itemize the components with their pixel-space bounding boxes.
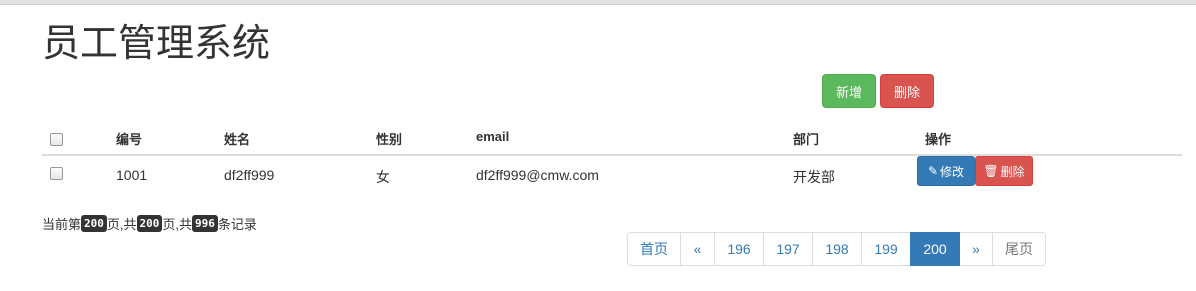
delete-button[interactable]: 删除	[880, 74, 934, 108]
total-pages-badge: 200	[136, 215, 163, 232]
header-name: 姓名	[224, 132, 251, 147]
cell-dept: 开发部	[793, 169, 835, 185]
pencil-icon: ✎	[927, 164, 939, 178]
select-all-checkbox[interactable]	[50, 133, 63, 146]
row-checkbox[interactable]	[50, 167, 63, 180]
cell-id: 1001	[116, 167, 148, 183]
cell-name: df2ff999	[224, 167, 275, 183]
row-edit-button[interactable]: ✎ 修改	[917, 156, 975, 186]
page-link-199[interactable]: 199	[861, 232, 911, 266]
header-id: 编号	[116, 132, 143, 147]
cell-email: df2ff999@cmw.com	[476, 167, 599, 183]
page-info-suffix: 条记录	[217, 217, 257, 232]
header-gender: 性别	[376, 132, 403, 147]
page-link-198[interactable]: 198	[812, 232, 862, 266]
header-actions: 操作	[925, 132, 952, 147]
page-info-mid2: 页,共	[162, 217, 193, 232]
page-first[interactable]: 首页	[627, 232, 681, 266]
top-border	[0, 0, 1196, 5]
add-button[interactable]: 新增	[822, 74, 876, 108]
page-link-196[interactable]: 196	[714, 232, 764, 266]
cell-gender: 女	[376, 169, 390, 185]
header-email: email	[476, 129, 510, 144]
row-delete-button[interactable]: 🗑 删除	[975, 156, 1033, 186]
trash-icon: 🗑	[983, 164, 999, 178]
page-info: 当前第 200 页,共 200 页,共 996 条记录	[42, 214, 257, 233]
row-delete-label: 删除	[1000, 164, 1025, 179]
page-info-mid1: 页,共	[106, 217, 137, 232]
row-edit-label: 修改	[940, 164, 965, 179]
page-link-200[interactable]: 200	[910, 232, 960, 266]
total-records-badge: 996	[192, 215, 218, 232]
page-title: 员工管理系统	[42, 23, 271, 65]
page-info-prefix: 当前第	[42, 217, 82, 232]
pagination: 首页 « 196 197 198 199 200 » 尾页	[627, 232, 1046, 266]
page-last[interactable]: 尾页	[992, 232, 1046, 266]
current-page-badge: 200	[81, 215, 107, 232]
page-prev[interactable]: «	[680, 232, 715, 266]
page-next[interactable]: »	[959, 232, 993, 266]
header-dept: 部门	[793, 132, 820, 147]
page-link-197[interactable]: 197	[763, 232, 813, 266]
